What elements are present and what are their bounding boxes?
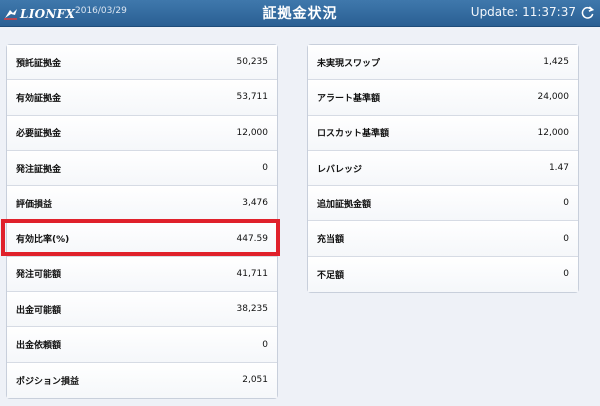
row-value: 41,711 bbox=[236, 268, 269, 279]
row-withdrawable: 出金可能額 38,235 bbox=[7, 292, 277, 328]
row-deposit-margin: 預託証拠金 50,235 bbox=[7, 45, 277, 81]
row-value: 0 bbox=[262, 339, 268, 350]
margin-panel-left: 預託証拠金 50,235 有効証拠金 53,711 必要証拠金 12,000 発注証拠… bbox=[6, 44, 278, 399]
row-value: 0 bbox=[563, 269, 569, 280]
row-label: 出金依頼額 bbox=[16, 341, 62, 352]
row-allocated: 充当額 0 bbox=[308, 221, 578, 257]
row-label: 追加証拠金額 bbox=[317, 199, 372, 210]
row-label: 必要証拠金 bbox=[16, 129, 62, 140]
row-withdraw-request: 出金依頼額 0 bbox=[7, 327, 277, 363]
row-required-margin: 必要証拠金 12,000 bbox=[7, 115, 277, 151]
row-value: 0 bbox=[262, 163, 268, 174]
refresh-icon[interactable] bbox=[580, 5, 595, 21]
row-label: ポジション損益 bbox=[16, 376, 80, 387]
row-order-margin: 発注証拠金 0 bbox=[7, 150, 277, 187]
row-label: 不足額 bbox=[317, 270, 345, 281]
row-value: 1,425 bbox=[543, 57, 569, 68]
row-position-pl: ポジション損益 2,051 bbox=[7, 362, 277, 398]
row-label: 充当額 bbox=[317, 235, 345, 246]
row-label: 発注証拠金 bbox=[16, 164, 62, 175]
row-label: 有効比率(%) bbox=[16, 235, 70, 246]
row-label: アラート基準額 bbox=[317, 93, 381, 104]
row-value: 12,000 bbox=[236, 127, 269, 138]
row-label: レバレッジ bbox=[317, 164, 363, 175]
row-value: 2,051 bbox=[242, 375, 268, 386]
row-additional-margin: 追加証拠金額 0 bbox=[308, 186, 578, 222]
row-value: 3,476 bbox=[242, 198, 268, 209]
row-value: 50,235 bbox=[236, 57, 269, 68]
row-alert-threshold: アラート基準額 24,000 bbox=[308, 80, 578, 116]
update-time: Update: 11:37:37 bbox=[470, 5, 576, 19]
row-value: 1.47 bbox=[548, 163, 569, 174]
row-effective-margin: 有効証拠金 53,711 bbox=[7, 80, 277, 116]
row-effective-ratio: 有効比率(%) 447.59 bbox=[7, 221, 277, 257]
margin-panel-right: 未実現スワップ 1,425 アラート基準額 24,000 ロスカット基準額 12,00… bbox=[307, 44, 579, 294]
row-losscut-threshold: ロスカット基準額 12,000 bbox=[308, 115, 578, 151]
row-value: 24,000 bbox=[537, 92, 570, 103]
row-shortfall: 不足額 0 bbox=[308, 256, 578, 293]
row-label: 発注可能額 bbox=[16, 270, 62, 281]
row-label: ロスカット基準額 bbox=[317, 129, 390, 140]
row-leverage: レバレッジ 1.47 bbox=[308, 150, 578, 187]
row-order-available: 発注可能額 41,711 bbox=[7, 256, 277, 293]
row-value: 38,235 bbox=[236, 304, 269, 315]
row-label: 未実現スワップ bbox=[317, 58, 381, 69]
header-bar: LIONFX 2016/03/29 証拠金状況 Update: 11:37:37 bbox=[0, 0, 600, 27]
row-value: 53,711 bbox=[236, 92, 269, 103]
row-value: 447.59 bbox=[236, 233, 269, 244]
row-value: 12,000 bbox=[537, 127, 570, 138]
row-label: 有効証拠金 bbox=[16, 93, 62, 104]
row-label: 預託証拠金 bbox=[16, 58, 62, 69]
row-label: 評価損益 bbox=[16, 199, 53, 210]
row-value: 0 bbox=[563, 198, 569, 209]
row-label: 出金可能額 bbox=[16, 305, 62, 316]
row-valuation-pl: 評価損益 3,476 bbox=[7, 186, 277, 222]
row-unrealized-swap: 未実現スワップ 1,425 bbox=[308, 45, 578, 81]
row-value: 0 bbox=[563, 233, 569, 244]
